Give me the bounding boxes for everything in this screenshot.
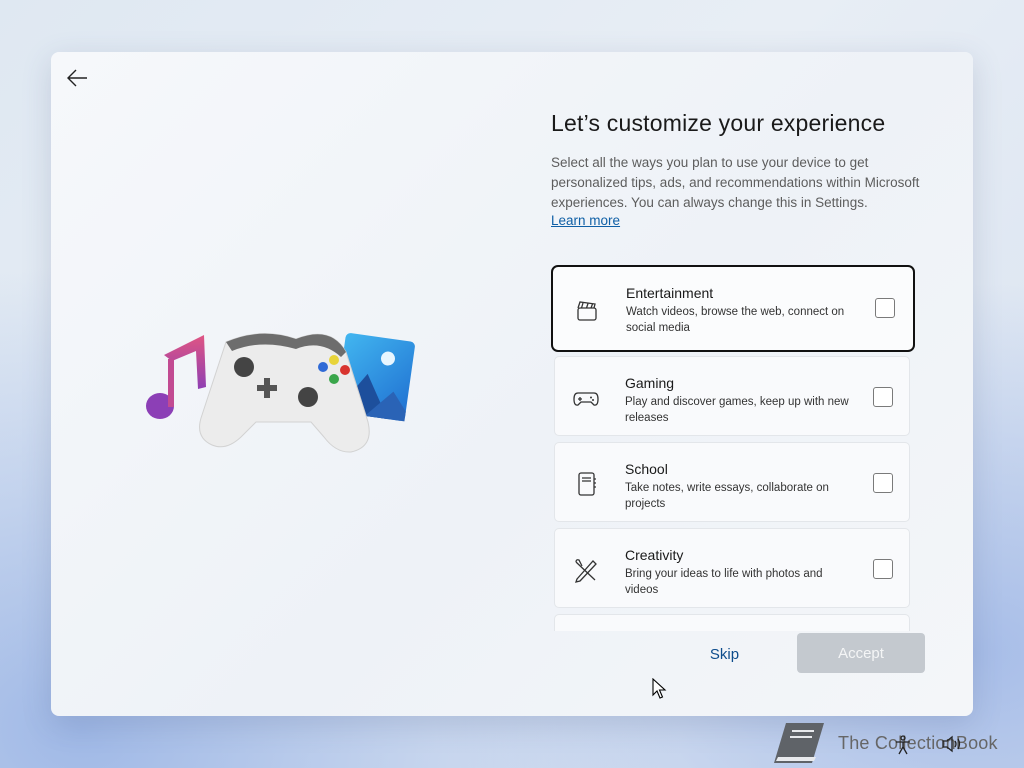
option-name: Creativity xyxy=(625,547,684,563)
usage-options-list[interactable]: Entertainment Watch videos, browse the w… xyxy=(551,264,917,631)
watermark: The CollectionBook xyxy=(772,719,1012,767)
page-title: Let’s customize your experience xyxy=(551,110,886,136)
accept-button[interactable]: Accept xyxy=(797,633,925,673)
watermark-text: The CollectionBook xyxy=(838,733,998,753)
gaming-checkbox[interactable] xyxy=(873,387,893,407)
option-name: Entertainment xyxy=(626,285,714,301)
option-description: Bring your ideas to life with photos and… xyxy=(625,568,823,596)
entertainment-checkbox[interactable] xyxy=(875,298,895,318)
skip-button[interactable]: Skip xyxy=(687,634,762,674)
creativity-checkbox[interactable] xyxy=(873,559,893,579)
volume-icon[interactable] xyxy=(940,733,964,755)
oobe-window: Let’s customize your experience Select a… xyxy=(51,52,973,716)
option-description: Play and discover games, keep up with ne… xyxy=(625,396,849,424)
option-description: Watch videos, browse the web, connect on… xyxy=(626,306,845,334)
notebook-icon xyxy=(578,472,596,496)
clapperboard-icon xyxy=(577,301,597,321)
option-creativity[interactable]: Creativity Bring your ideas to life with… xyxy=(554,528,910,608)
gamepad-icon xyxy=(573,392,599,406)
option-name: Gaming xyxy=(625,375,675,391)
option-next-partial[interactable] xyxy=(554,614,910,631)
book-icon xyxy=(774,723,824,763)
mouse-cursor-icon xyxy=(652,678,667,699)
option-name: School xyxy=(625,461,668,477)
learn-more-link[interactable]: Learn more xyxy=(551,213,620,228)
page-description: Select all the ways you plan to use your… xyxy=(551,155,920,210)
option-gaming[interactable]: Gaming Play and discover games, keep up … xyxy=(554,356,910,436)
back-arrow-icon[interactable] xyxy=(63,64,91,92)
accessibility-icon[interactable] xyxy=(893,735,913,755)
option-description: Take notes, write essays, collaborate on… xyxy=(625,482,829,510)
pen-brush-icon xyxy=(575,559,597,583)
entertainment-illustration xyxy=(146,333,415,453)
school-checkbox[interactable] xyxy=(873,473,893,493)
option-entertainment[interactable]: Entertainment Watch videos, browse the w… xyxy=(551,265,915,352)
option-school[interactable]: School Take notes, write essays, collabo… xyxy=(554,442,910,522)
